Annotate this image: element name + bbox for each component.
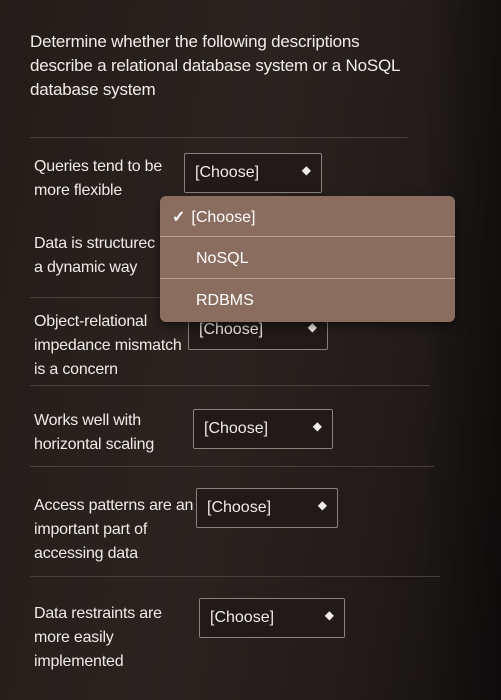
dropdown-option-nosql[interactable]: NoSQL [160,250,455,268]
row-4-label: Works well with horizontal scaling [34,412,155,453]
divider [30,137,408,138]
question-prompt: Determine whether the following descript… [30,32,400,99]
updown-chevron-icon: ◆ [317,498,327,512]
row-2-label: Data is structurec a dynamic way [34,232,164,280]
row-1-label: Queries tend to be more flexible [34,158,163,199]
updown-chevron-icon: ◆ [301,163,311,177]
dropdown-separator [160,236,455,237]
divider [30,385,430,386]
row-4-select-value: [Choose] [204,420,269,437]
quiz-page: Determine whether the following descript… [0,0,501,700]
row-5-label: Access patterns are an important part of… [34,497,194,562]
row-5-select[interactable]: [Choose] ◆ [196,488,338,528]
row-1-select[interactable]: [Choose] ◆ [184,153,322,193]
updown-chevron-icon: ◆ [307,320,317,334]
updown-chevron-icon: ◆ [324,608,334,622]
dropdown-option-choose-label: [Choose] [191,209,256,226]
row-5-select-value: [Choose] [207,499,272,516]
dropdown-separator [160,278,455,279]
dropdown-option-rdbms[interactable]: RDBMS [160,292,455,310]
row-4-select[interactable]: [Choose] ◆ [193,409,333,449]
divider [30,576,440,577]
checkmark-icon: ✓ [172,209,186,226]
row-2-label-line-2: a dynamic way [34,259,138,276]
updown-chevron-icon: ◆ [312,419,322,433]
row-6-select-value: [Choose] [210,609,275,626]
row-6-label: Data restraints are more easily implemen… [34,605,162,670]
row-3-select-value: [Choose] [199,321,264,338]
dropdown-option-choose[interactable]: ✓ [Choose] [160,207,455,227]
row-2-dropdown-menu[interactable]: ✓ [Choose] NoSQL RDBMS [160,196,455,322]
screen-edge-shadow [423,0,501,700]
row-1-select-value: [Choose] [195,164,260,181]
row-6-select[interactable]: [Choose] ◆ [199,598,345,638]
divider [30,466,434,467]
row-2-label-line-1: Data is structurec [34,235,155,252]
